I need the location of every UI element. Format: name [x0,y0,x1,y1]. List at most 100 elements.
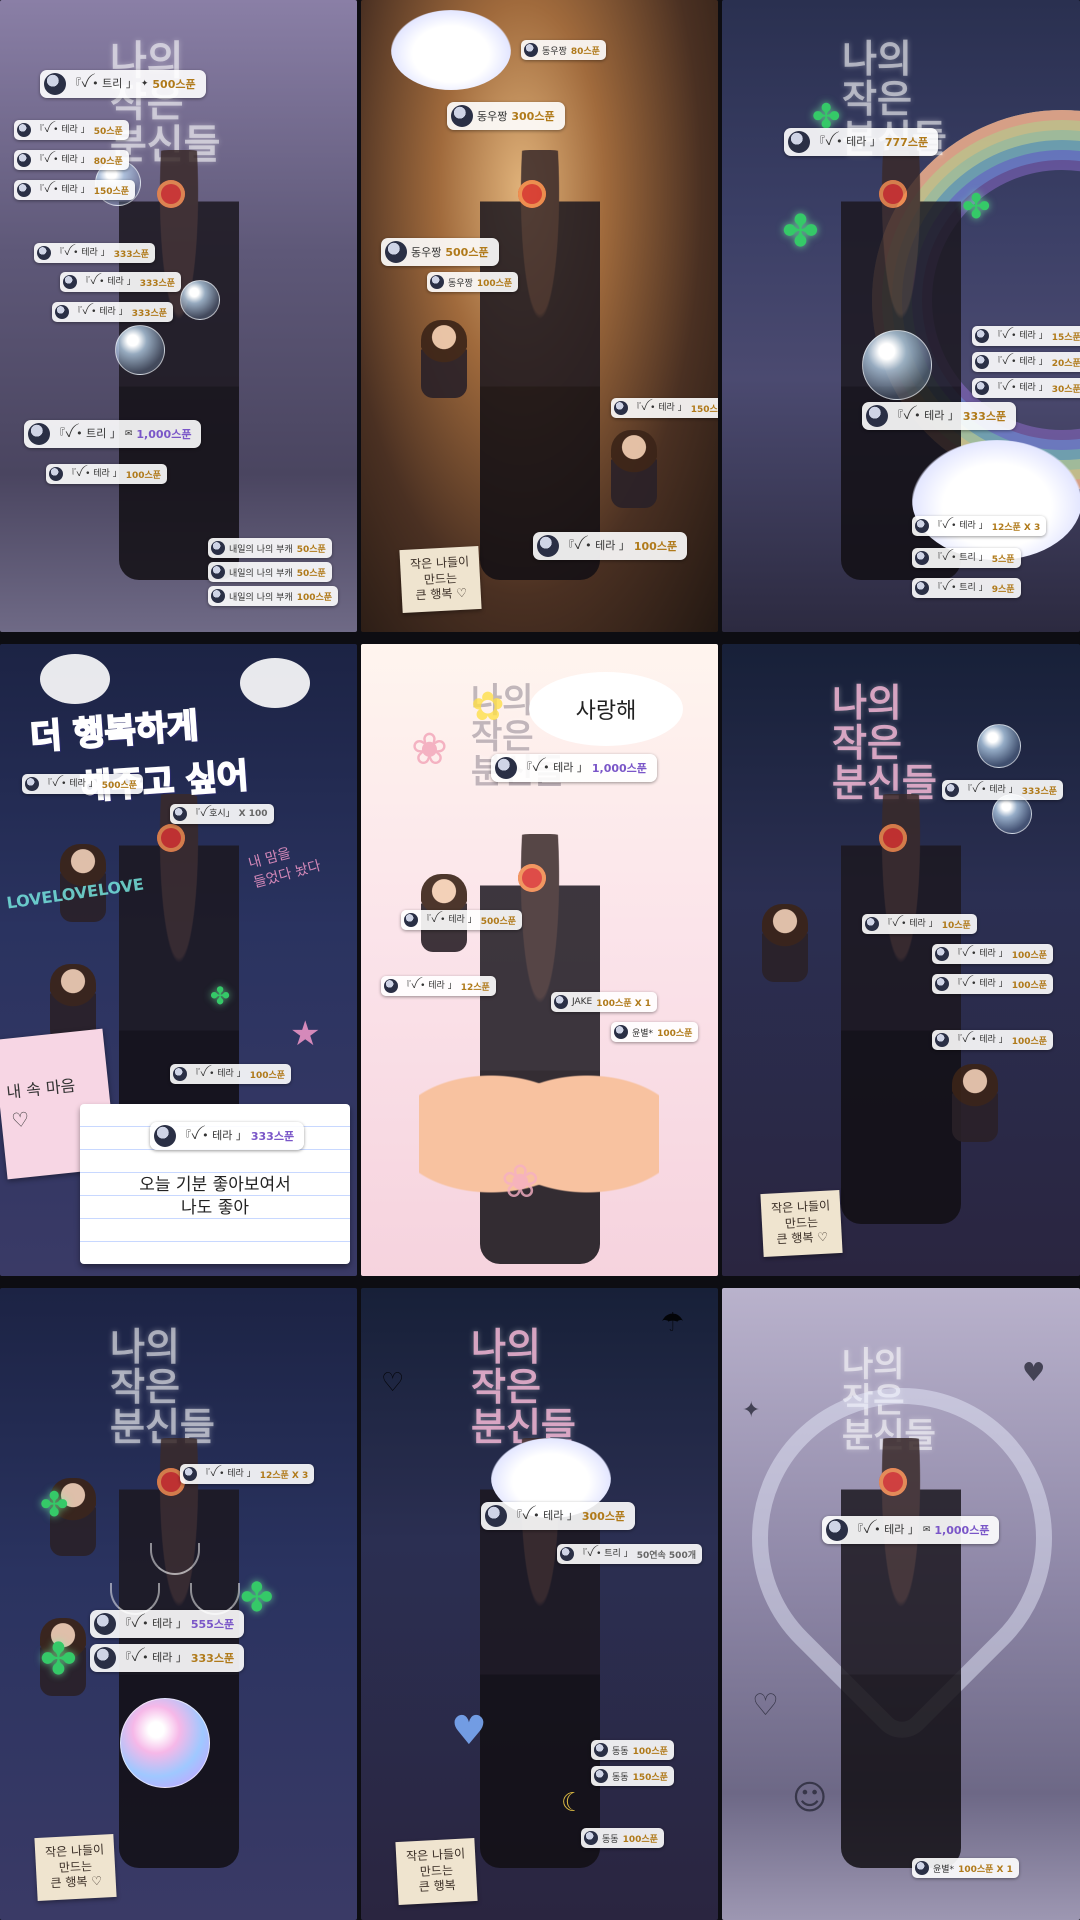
doll-figure [421,320,467,398]
panel-5: 나의 작은 분신들 사랑해 ✿ ❀ 『ꪜ • 테라 」1,000스푼 『ꪜ • … [361,644,718,1276]
figure-silhouette [841,1438,961,1868]
gift-chip: 『ꪜ • 테라 」 300스푼 [481,1502,636,1530]
gift-chip: 내일의 나의 부캐 100스푼 [208,586,339,606]
avatar [154,1125,176,1147]
gift-chip: 『ꪜ • 트리 」 9스푼 [912,578,1021,598]
headline-line-1: 더 행복하게 [28,705,201,759]
gift-chip: 『ꪜ • 테라 」 50스푼 [14,120,129,140]
gift-chip: 『ꪜ • 테라 」 20스푼 [972,352,1080,372]
avatar [28,423,50,445]
avatar [94,1613,116,1635]
avatar [935,1033,949,1047]
gift-chip: 『ꪜ • 테라 」 100스푼 [170,1064,292,1084]
avatar [915,1861,929,1875]
gift-chip: 윤별* 100스푼 [611,1022,699,1042]
panel-2: 동우짱 80스푼 동우짱 300스푼 동우짱 500스푼 동우짱 100스푼 『ꪜ • … [361,0,718,632]
avatar [37,246,51,260]
avatar [55,305,69,319]
panel-title: 나의 작은 분신들 [110,38,221,168]
panel-1: 나의 작은 분신들 『ꪜ • 트리 」 ✦ 500스푼 『ꪜ • 테라 」 50스푼 … [0,0,357,632]
panel-7: 나의 작은 분신들 ✤ ✤ ✤ 『ꪜ • 테라 」 12스푼 X 3 『ꪜ • 테… [0,1288,357,1920]
gift-chip: 『ꪜ • 테라 」 12스푼 X 3 [912,516,1047,536]
gift-chip: 『ꪜ • 테라 」 333스푼 [34,243,156,263]
gift-chip: 『ꪜ • 트리 」 5스푼 [912,548,1021,568]
avatar [788,131,810,153]
avatar [594,1769,608,1783]
avatar [537,535,559,557]
avatar [975,329,989,343]
avatar [17,183,31,197]
note-paper: 작은 나들이 만드는 큰 행복 ♡ [760,1189,843,1257]
figure-silhouette [479,150,600,580]
avatar [94,1647,116,1669]
bottom-note-text: 오늘 기분 좋아보여서 나도 좋아 [139,1175,291,1218]
avatar [584,1831,598,1845]
gift-chip: 동동 100스푼 [581,1828,664,1848]
gift-chip: 동우짱 300스푼 [447,102,565,130]
avatar [63,275,77,289]
doll-figure [952,1064,998,1142]
gift-chip: 『ꪜ • 테라 」 15스푼 [972,326,1080,346]
clover-orb-icon [120,1698,210,1788]
gift-chip: 『ꪜ • 트리 」 50연속 500개 [557,1544,702,1564]
avatar [17,123,31,137]
cloud-icon [912,440,1080,560]
gift-chip: 동우짱 80스푼 [521,40,606,60]
avatar [866,405,888,427]
avatar [865,917,879,931]
avatar [945,783,959,797]
gift-chip: 『ꪜ • 트리 」 ✉ 1,000스푼 [24,420,202,448]
avatar [594,1743,608,1757]
gift-chip: 『ꪜ • 테라 」 30스푼 [972,378,1080,398]
gift-chip: 『ꪜ • 테라 」 555스푼 [90,1610,245,1638]
gift-chip: 『ꪜ • 테라 」 1,000스푼 [491,754,657,782]
panel-9: 나의 작은 분신들 ✦ ♥ ♡ ☺ 『ꪜ • 테라 」 ✉ 1,000스푼 윤별* 1… [722,1288,1080,1920]
gift-chip: 『ꪜ • 테라 」 500스푼 [401,910,523,930]
gift-chip: 『ꪜ • 테라 」 100스푼 [932,944,1054,964]
panel-title: 나의 작은 분신들 [471,1325,576,1449]
gift-chip: 『ꪜ • 테라 」 ✉ 1,000스푼 [822,1516,1000,1544]
gift-chip: 동우짱 100스푼 [427,272,519,292]
collage-grid: 나의 작은 분신들 『ꪜ • 트리 」 ✦ 500스푼 『ꪜ • 테라 」 50스푼 … [0,0,1080,1920]
gift-chip: 『ꪜ • 테라 」 100스푼 [533,532,688,560]
clover-icon: ✤ [40,1485,69,1525]
gift-chip: 내일의 나의 부캐 50스푼 [208,562,332,582]
avatar [915,551,929,565]
gift-chip: 동우짱 500스푼 [381,238,499,266]
gift-chip: 『ꪜ • 테라 」 333스푼 [150,1122,305,1150]
smile-doodle-icon: ☺ [792,1778,828,1818]
avatar [614,1025,628,1039]
flower-icon: ❀ [411,724,448,775]
gift-chip: 『ꪜ • 테라 」 333스푼 [52,302,174,322]
avatar [826,1519,848,1541]
star-icon: ★ [290,1014,321,1054]
avatar [49,467,63,481]
gift-chip: 『ꪜ • 테라 」 12스푼 X 3 [180,1464,315,1484]
gift-chip: 『ꪜ 호시」 X 100 [170,804,274,824]
clover-icon: ✤ [40,1634,77,1685]
doll-figure [762,904,808,982]
avatar [430,275,444,289]
avatar [935,977,949,991]
gift-icon: ✦ [140,79,149,89]
gift-chip: 『ꪜ • 테라 」 100스푼 [932,1030,1054,1050]
avatar [384,979,398,993]
heart-bubble-icon: ♡ [381,1368,405,1398]
gift-chip: 『ꪜ • 테라 」 100스푼 [932,974,1054,994]
gift-chip: 『ꪜ • 테라 」 333스푼 [862,402,1017,430]
avatar [915,519,929,533]
avatar [485,1505,507,1527]
moon-icon: ☾ [561,1788,585,1818]
avatar [211,565,225,579]
avatar [404,913,418,927]
clover-icon: ✤ [962,187,991,227]
gem-orb-icon [977,724,1021,768]
panel-3: 나의 작은 분신들 ✤ ✤ ✤ 『ꪜ • 테라 」777스푼 『ꪜ • 테라 」… [722,0,1080,632]
avatar [554,995,568,1009]
gem-orb-icon [180,280,220,320]
speech-bubble: 사랑해 [531,674,681,744]
avatar [183,1467,197,1481]
avatar [211,589,225,603]
cloud-icon [40,654,110,704]
panel-4: 더 행복하게 해주고 싶어 LOVELOVELOVE 내 맘을 들었다 놨다 『… [0,644,357,1276]
